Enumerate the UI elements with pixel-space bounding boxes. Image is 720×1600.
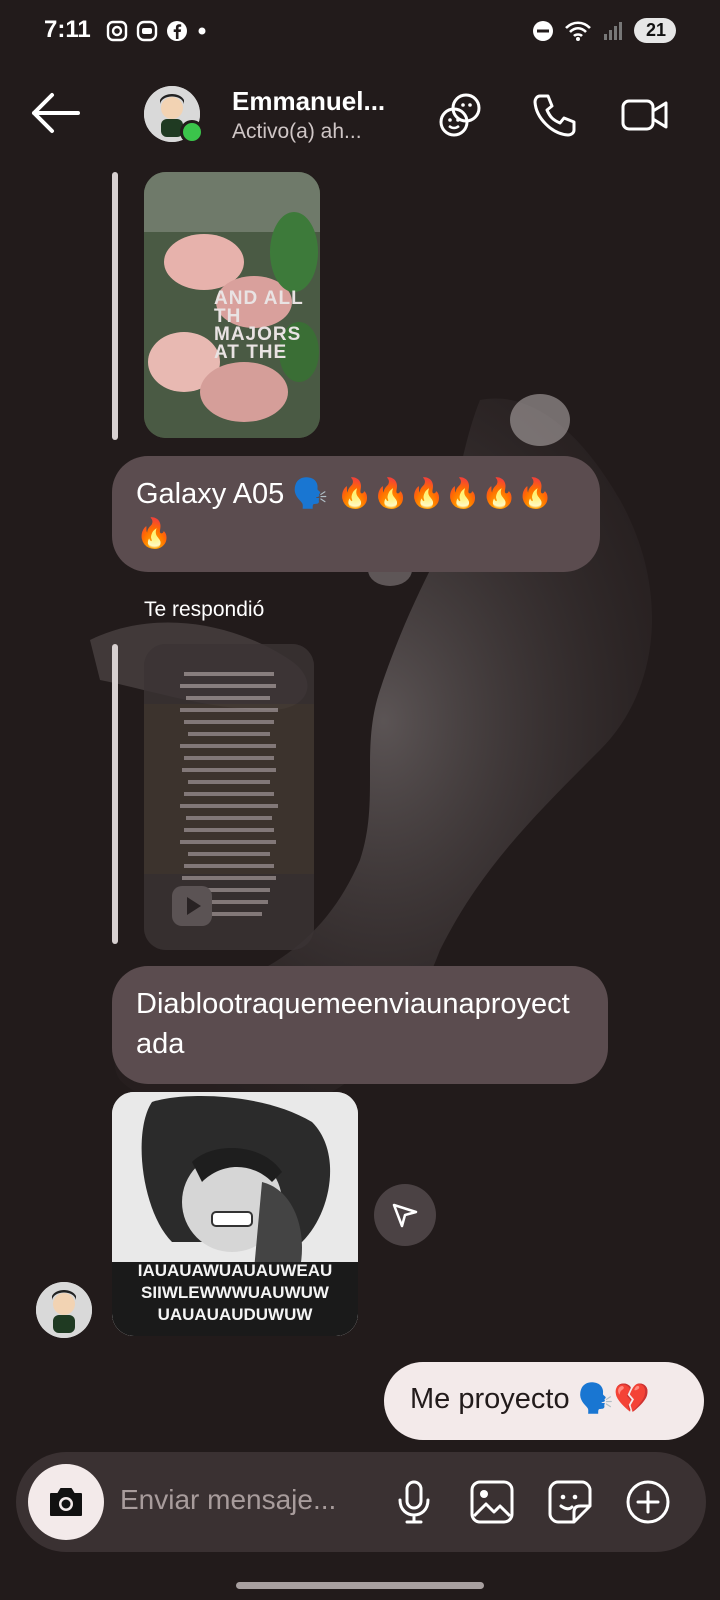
status-bar: 7:11 21 [0, 0, 720, 64]
message-input[interactable]: Enviar mensaje... [120, 1484, 336, 1516]
caption-line: SIIWLEWWWUAUWUW [141, 1283, 329, 1302]
gallery-icon[interactable] [468, 1478, 516, 1526]
reply-label: Te respondió [144, 598, 265, 621]
share-button[interactable] [374, 1184, 436, 1246]
story-text-line: AND ALL TH [214, 288, 304, 327]
facebook-icon [167, 21, 187, 41]
outgoing-message-bubble[interactable]: Me proyecto 🗣️💔 [384, 1362, 704, 1440]
contact-avatar[interactable] [144, 86, 204, 144]
camera-button[interactable] [28, 1464, 104, 1540]
incoming-message-bubble[interactable]: Diablootraquemeenviaunaproyectada [112, 966, 608, 1084]
wifi-icon [565, 20, 591, 41]
battery-indicator: 21 [633, 18, 676, 43]
contact-name[interactable]: Emmanuel... [232, 86, 385, 117]
home-indicator[interactable] [236, 1582, 484, 1589]
send-paper-plane-icon [392, 1203, 418, 1228]
signal-icon [603, 21, 622, 40]
add-plus-icon[interactable] [624, 1478, 672, 1526]
received-image[interactable]: IAUAUAWUAUAUWEAU SIIWLEWWWUAUWUW UAUAUAU… [112, 1092, 358, 1336]
replied-story-thumbnail[interactable]: AND ALL TH MAJORS AT THE [144, 172, 320, 438]
caption-line: IAUAUAWUAUAUWEAU [137, 1261, 333, 1280]
sticker-chat-icon[interactable] [436, 90, 486, 140]
status-time: 7:11 [44, 16, 91, 43]
replied-reel-thumbnail[interactable] [144, 644, 314, 950]
avatar-image [36, 1282, 92, 1338]
instagram-icon [106, 20, 128, 42]
message-text: Me proyecto 🗣️💔 [410, 1383, 650, 1415]
story-text-line: AT THE [214, 342, 288, 363]
incoming-message-bubble[interactable]: Galaxy A05 🗣️ 🔥🔥🔥🔥🔥🔥🔥 [112, 456, 600, 572]
message-composer: Enviar mensaje... [16, 1452, 706, 1552]
notification-dot-icon [198, 27, 206, 35]
reply-indicator-bar [112, 172, 118, 440]
chat-header: Emmanuel... Activo(a) ah... [0, 70, 720, 160]
video-call-icon[interactable] [620, 90, 670, 140]
back-arrow-icon[interactable] [30, 90, 82, 136]
message-text: Diablootraquemeenviaunaproyectada [136, 988, 570, 1060]
contact-activity-status: Activo(a) ah... [232, 120, 362, 143]
image-caption: IAUAUAWUAUAUWEAU SIIWLEWWWUAUWUW UAUAUAU… [112, 1260, 358, 1326]
do-not-disturb-icon [532, 20, 553, 41]
caption-line: UAUAUAUDUWUW [157, 1305, 313, 1324]
online-status-dot [180, 120, 204, 144]
reel-play-icon [172, 886, 212, 926]
message-text: Galaxy A05 🗣️ 🔥🔥🔥🔥🔥🔥🔥 [136, 478, 554, 550]
messenger-icon [136, 20, 158, 42]
story-overlay-text: AND ALL TH MAJORS AT THE [214, 288, 320, 363]
camera-icon [50, 1488, 82, 1516]
phone-call-icon[interactable] [530, 90, 580, 140]
microphone-icon[interactable] [390, 1478, 438, 1526]
reply-indicator-bar [112, 644, 118, 944]
sticker-icon[interactable] [546, 1478, 594, 1526]
sender-avatar[interactable] [36, 1282, 92, 1338]
